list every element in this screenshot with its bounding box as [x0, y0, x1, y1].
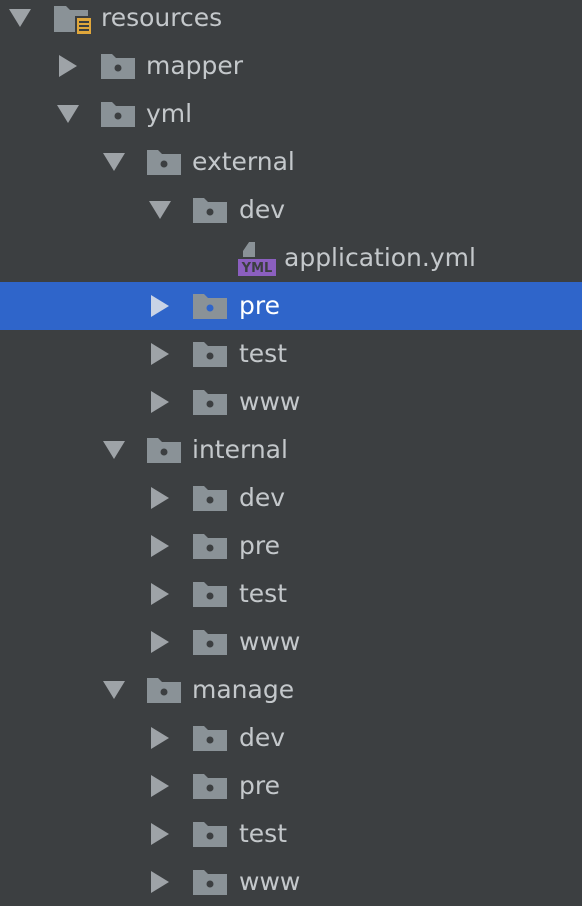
- tree-node-label: pre: [239, 291, 280, 320]
- tree-node-label: www: [239, 867, 301, 896]
- chevron-right-icon[interactable]: [148, 582, 172, 606]
- tree-node-yml[interactable]: yml: [0, 90, 582, 138]
- folder-icon: [192, 339, 228, 369]
- tree-node-manage-pre[interactable]: pre: [0, 762, 582, 810]
- tree-node-label: internal: [192, 435, 288, 464]
- folder-icon: [192, 195, 228, 225]
- tree-node-manage-test[interactable]: test: [0, 810, 582, 858]
- folder-icon: [192, 291, 228, 321]
- chevron-down-icon[interactable]: [102, 438, 126, 462]
- tree-node-manage[interactable]: manage: [0, 666, 582, 714]
- resources-folder-icon: [53, 2, 95, 36]
- folder-icon: [146, 147, 182, 177]
- tree-node-label: pre: [239, 771, 280, 800]
- tree-node-manage-www[interactable]: www: [0, 858, 582, 906]
- chevron-right-icon[interactable]: [148, 486, 172, 510]
- tree-node-internal[interactable]: internal: [0, 426, 582, 474]
- tree-node-external-test[interactable]: test: [0, 330, 582, 378]
- chevron-right-icon[interactable]: [148, 774, 172, 798]
- chevron-down-icon[interactable]: [8, 6, 32, 30]
- folder-icon: [192, 819, 228, 849]
- tree-node-internal-test[interactable]: test: [0, 570, 582, 618]
- tree-node-label: dev: [239, 723, 286, 752]
- tree-node-external-dev[interactable]: dev: [0, 186, 582, 234]
- folder-icon: [192, 627, 228, 657]
- tree-node-label: test: [239, 579, 288, 608]
- chevron-right-icon[interactable]: [148, 630, 172, 654]
- chevron-right-icon[interactable]: [148, 342, 172, 366]
- chevron-right-icon[interactable]: [148, 822, 172, 846]
- chevron-down-icon[interactable]: [148, 198, 172, 222]
- chevron-right-icon[interactable]: [148, 294, 172, 318]
- tree-node-label: dev: [239, 195, 286, 224]
- tree-node-manage-dev[interactable]: dev: [0, 714, 582, 762]
- tree-node-label: www: [239, 627, 301, 656]
- tree-node-label: test: [239, 819, 288, 848]
- folder-icon: [100, 99, 136, 129]
- tree-node-external-www[interactable]: www: [0, 378, 582, 426]
- yml-file-icon: YML: [237, 241, 277, 277]
- chevron-down-icon[interactable]: [56, 102, 80, 126]
- tree-node-label: test: [239, 339, 288, 368]
- folder-icon: [192, 771, 228, 801]
- tree-node-label: application.yml: [284, 243, 476, 272]
- tree-node-label: dev: [239, 483, 286, 512]
- folder-icon: [192, 867, 228, 897]
- tree-node-internal-dev[interactable]: dev: [0, 474, 582, 522]
- tree-node-internal-www[interactable]: www: [0, 618, 582, 666]
- tree-node-internal-pre[interactable]: pre: [0, 522, 582, 570]
- tree-node-resources[interactable]: resources: [0, 0, 582, 42]
- tree-node-external[interactable]: external: [0, 138, 582, 186]
- tree-node-label: manage: [192, 675, 295, 704]
- folder-icon: [146, 675, 182, 705]
- folder-icon: [192, 531, 228, 561]
- folder-icon: [192, 387, 228, 417]
- chevron-right-icon[interactable]: [148, 534, 172, 558]
- chevron-down-icon[interactable]: [102, 678, 126, 702]
- folder-icon: [192, 723, 228, 753]
- tree-node-label: pre: [239, 531, 280, 560]
- tree-node-label: yml: [146, 99, 193, 128]
- yml-badge-text: YML: [241, 261, 273, 276]
- folder-icon: [192, 579, 228, 609]
- tree-node-label: external: [192, 147, 295, 176]
- tree-node-external-pre[interactable]: pre: [0, 282, 582, 330]
- chevron-right-icon[interactable]: [148, 726, 172, 750]
- tree-node-mapper[interactable]: mapper: [0, 42, 582, 90]
- tree-node-application-yml[interactable]: YML application.yml: [0, 234, 582, 282]
- chevron-right-icon[interactable]: [148, 870, 172, 894]
- chevron-down-icon[interactable]: [102, 150, 126, 174]
- project-tree: resources mapper yml external dev YML ap…: [0, 0, 582, 906]
- folder-icon: [100, 51, 136, 81]
- folder-icon: [192, 483, 228, 513]
- tree-node-label: www: [239, 387, 301, 416]
- tree-node-label: resources: [101, 3, 223, 32]
- chevron-right-icon[interactable]: [56, 54, 80, 78]
- chevron-right-icon[interactable]: [148, 390, 172, 414]
- tree-node-label: mapper: [146, 51, 244, 80]
- folder-icon: [146, 435, 182, 465]
